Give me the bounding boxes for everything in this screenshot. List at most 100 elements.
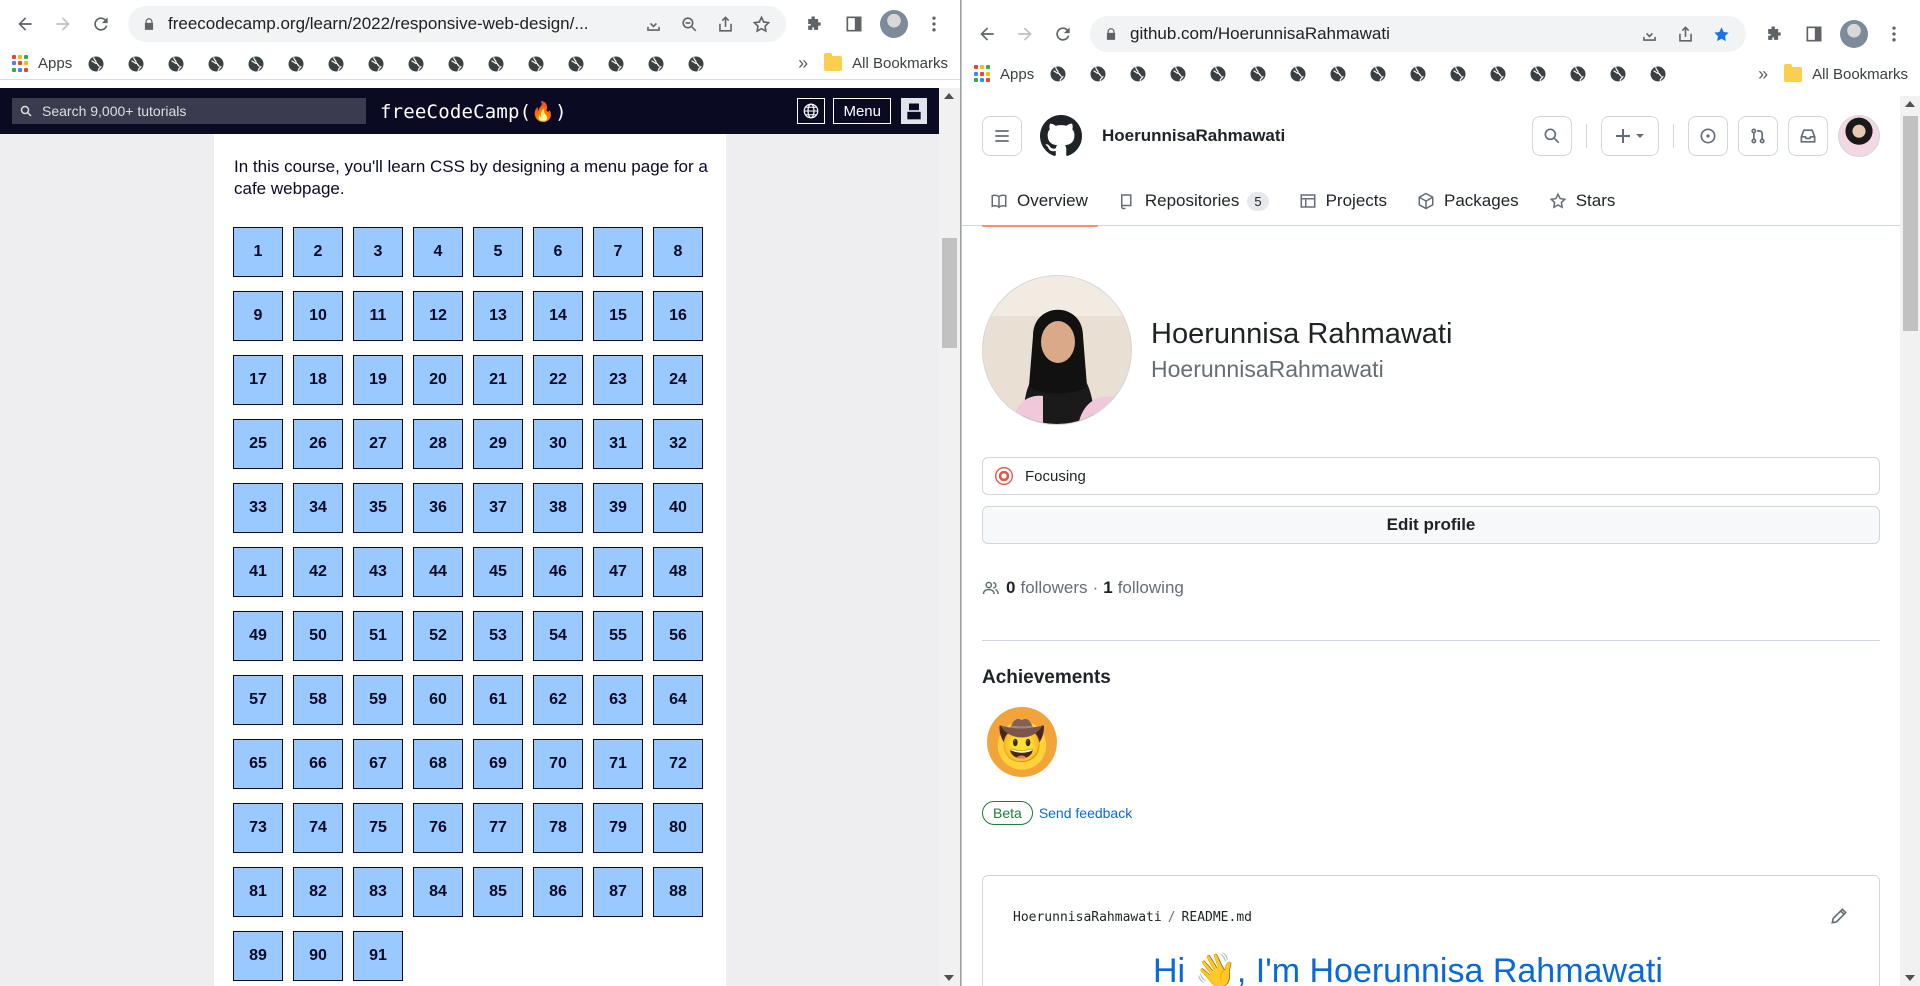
step-button[interactable]: 16: [653, 291, 703, 341]
chrome-menu-icon[interactable]: [1876, 16, 1912, 52]
step-button[interactable]: 56: [653, 611, 703, 661]
install-icon[interactable]: [1634, 19, 1664, 49]
globe-bookmark-icon[interactable]: [1649, 65, 1667, 83]
profile-picture[interactable]: [982, 275, 1132, 425]
globe-bookmark-icon[interactable]: [527, 55, 545, 73]
globe-bookmark-icon[interactable]: [1329, 65, 1347, 83]
step-button[interactable]: 89: [233, 931, 283, 981]
scroll-up-arrow[interactable]: [1905, 101, 1915, 107]
step-button[interactable]: 15: [593, 291, 643, 341]
globe-bookmark-icon[interactable]: [287, 55, 305, 73]
step-button[interactable]: 21: [473, 355, 523, 405]
extensions-icon[interactable]: [1756, 16, 1792, 52]
share-icon[interactable]: [1670, 19, 1700, 49]
globe-bookmark-icon[interactable]: [1529, 65, 1547, 83]
status-field[interactable]: Focusing: [982, 457, 1880, 495]
apps-grid-icon[interactable]: [974, 65, 992, 83]
back-button[interactable]: [8, 7, 42, 41]
step-button[interactable]: 22: [533, 355, 583, 405]
globe-bookmark-icon[interactable]: [1089, 65, 1107, 83]
step-button[interactable]: 61: [473, 675, 523, 725]
step-button[interactable]: 68: [413, 739, 463, 789]
step-button[interactable]: 37: [473, 483, 523, 533]
inbox-button[interactable]: [1788, 116, 1828, 156]
step-button[interactable]: 36: [413, 483, 463, 533]
step-button[interactable]: 84: [413, 867, 463, 917]
tab-overview[interactable]: Overview: [982, 176, 1098, 227]
step-button[interactable]: 54: [533, 611, 583, 661]
scroll-down-arrow[interactable]: [1905, 975, 1915, 981]
step-button[interactable]: 67: [353, 739, 403, 789]
step-button[interactable]: 39: [593, 483, 643, 533]
globe-bookmark-icon[interactable]: [167, 55, 185, 73]
step-button[interactable]: 70: [533, 739, 583, 789]
step-button[interactable]: 13: [473, 291, 523, 341]
step-button[interactable]: 59: [353, 675, 403, 725]
zoom-icon[interactable]: [674, 9, 704, 39]
globe-bookmark-icon[interactable]: [1569, 65, 1587, 83]
globe-bookmark-icon[interactable]: [207, 55, 225, 73]
step-button[interactable]: 12: [413, 291, 463, 341]
scroll-down-arrow[interactable]: [944, 975, 954, 981]
globe-bookmark-icon[interactable]: [1409, 65, 1427, 83]
header-username[interactable]: HoerunnisaRahmawati: [1102, 126, 1285, 146]
step-button[interactable]: 60: [413, 675, 463, 725]
step-button[interactable]: 74: [293, 803, 343, 853]
bookmarks-overflow-chevron[interactable]: »: [798, 53, 808, 74]
hamburger-menu-button[interactable]: [982, 116, 1022, 156]
bookmarks-overflow-chevron[interactable]: »: [1758, 64, 1768, 85]
globe-bookmark-icon[interactable]: [1289, 65, 1307, 83]
chrome-menu-icon[interactable]: [916, 6, 952, 42]
step-button[interactable]: 3: [353, 227, 403, 277]
step-button[interactable]: 10: [293, 291, 343, 341]
step-button[interactable]: 90: [293, 931, 343, 981]
step-button[interactable]: 46: [533, 547, 583, 597]
apps-bookmark[interactable]: Apps: [1000, 66, 1034, 83]
globe-bookmark-icon[interactable]: [447, 55, 465, 73]
step-button[interactable]: 81: [233, 867, 283, 917]
step-button[interactable]: 63: [593, 675, 643, 725]
step-button[interactable]: 24: [653, 355, 703, 405]
step-button[interactable]: 26: [293, 419, 343, 469]
step-button[interactable]: 2: [293, 227, 343, 277]
search-button[interactable]: [1532, 116, 1572, 156]
all-bookmarks-link[interactable]: All Bookmarks: [1812, 66, 1908, 83]
followers-link[interactable]: 0 followers: [1006, 578, 1088, 598]
fcc-search-input[interactable]: Search 9,000+ tutorials: [12, 98, 366, 124]
create-new-button[interactable]: [1601, 116, 1659, 156]
step-button[interactable]: 43: [353, 547, 403, 597]
language-globe-button[interactable]: [797, 98, 826, 124]
step-button[interactable]: 62: [533, 675, 583, 725]
step-button[interactable]: 91: [353, 931, 403, 981]
all-bookmarks-link[interactable]: All Bookmarks: [852, 55, 948, 72]
tab-projects[interactable]: Projects: [1291, 176, 1397, 226]
globe-bookmark-icon[interactable]: [127, 55, 145, 73]
globe-bookmark-icon[interactable]: [87, 55, 105, 73]
pencil-icon[interactable]: [1829, 906, 1849, 926]
step-button[interactable]: 17: [233, 355, 283, 405]
fcc-logo[interactable]: freeCodeCamp(🔥): [380, 100, 567, 123]
step-button[interactable]: 6: [533, 227, 583, 277]
step-button[interactable]: 4: [413, 227, 463, 277]
globe-bookmark-icon[interactable]: [247, 55, 265, 73]
step-button[interactable]: 66: [293, 739, 343, 789]
back-button[interactable]: [970, 17, 1004, 51]
globe-bookmark-icon[interactable]: [1449, 65, 1467, 83]
step-button[interactable]: 75: [353, 803, 403, 853]
globe-bookmark-icon[interactable]: [1249, 65, 1267, 83]
step-button[interactable]: 49: [233, 611, 283, 661]
step-button[interactable]: 65: [233, 739, 283, 789]
globe-bookmark-icon[interactable]: [1049, 65, 1067, 83]
install-icon[interactable]: [638, 9, 668, 39]
step-button[interactable]: 82: [293, 867, 343, 917]
profile-avatar[interactable]: [876, 6, 912, 42]
step-button[interactable]: 88: [653, 867, 703, 917]
reload-button[interactable]: [1046, 17, 1080, 51]
left-scrollbar[interactable]: [939, 88, 960, 986]
step-button[interactable]: 57: [233, 675, 283, 725]
tab-repositories[interactable]: Repositories 5: [1110, 176, 1279, 226]
step-button[interactable]: 40: [653, 483, 703, 533]
step-button[interactable]: 38: [533, 483, 583, 533]
following-link[interactable]: 1 following: [1103, 578, 1184, 598]
step-button[interactable]: 42: [293, 547, 343, 597]
